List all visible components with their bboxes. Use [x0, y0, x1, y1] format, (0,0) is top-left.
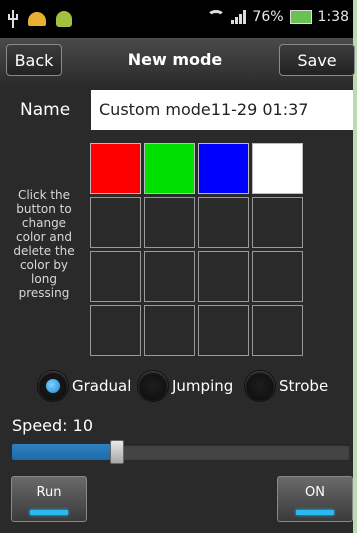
color-hint-text: Click the button to change color and del…: [13, 188, 75, 300]
empty-color-slot[interactable]: [144, 305, 195, 356]
android-icon: [56, 11, 72, 27]
title-bar: Back New mode Save: [0, 38, 355, 84]
radio-label: Gradual: [72, 377, 132, 395]
page-title: New mode: [127, 50, 223, 69]
on-button[interactable]: ON: [277, 476, 353, 522]
mode-radio-group: Gradual Jumping Strobe: [38, 371, 353, 407]
slider-fill: [12, 444, 117, 460]
run-label: Run: [36, 485, 62, 500]
name-input[interactable]: [91, 90, 353, 130]
on-label: ON: [305, 485, 325, 500]
back-button[interactable]: Back: [6, 44, 62, 76]
mode-option-1[interactable]: Jumping: [138, 371, 233, 401]
on-indicator: [296, 510, 334, 515]
wifi-icon: [207, 10, 226, 24]
phone-screen: 76% 1:38 Back New mode Save Name Click t…: [0, 0, 355, 533]
radio-button[interactable]: [138, 371, 168, 401]
color-swatch[interactable]: [144, 143, 195, 194]
radio-label: Jumping: [172, 377, 234, 395]
empty-color-slot[interactable]: [90, 197, 141, 248]
empty-color-slot[interactable]: [252, 197, 303, 248]
radio-button[interactable]: [38, 371, 68, 401]
run-button[interactable]: Run: [11, 476, 87, 522]
color-swatch[interactable]: [198, 143, 249, 194]
speed-slider[interactable]: [12, 440, 350, 464]
slider-thumb[interactable]: [109, 440, 124, 464]
color-grid: [90, 143, 304, 357]
color-swatch[interactable]: [252, 143, 303, 194]
empty-color-slot[interactable]: [144, 251, 195, 302]
run-indicator: [30, 510, 68, 515]
usb-icon: [8, 10, 18, 28]
empty-color-slot[interactable]: [198, 197, 249, 248]
battery-percent: 76%: [252, 9, 284, 25]
empty-color-slot[interactable]: [144, 197, 195, 248]
signal-icon: [231, 10, 247, 24]
mode-option-2[interactable]: Strobe: [245, 371, 328, 401]
empty-color-slot[interactable]: [90, 305, 141, 356]
empty-color-slot[interactable]: [198, 251, 249, 302]
empty-color-slot[interactable]: [252, 251, 303, 302]
empty-color-slot[interactable]: [252, 305, 303, 356]
clock: 1:38: [317, 9, 349, 25]
name-label: Name: [20, 100, 71, 120]
notification-hat-icon: [28, 12, 46, 26]
battery-icon: [289, 10, 312, 24]
radio-button[interactable]: [245, 371, 275, 401]
color-swatch[interactable]: [90, 143, 141, 194]
speed-label: Speed: 10: [12, 416, 93, 435]
save-button[interactable]: Save: [279, 44, 355, 76]
mode-option-0[interactable]: Gradual: [38, 371, 131, 401]
status-bar: 76% 1:38: [0, 0, 353, 38]
radio-label: Strobe: [279, 377, 329, 395]
empty-color-slot[interactable]: [90, 251, 141, 302]
empty-color-slot[interactable]: [198, 305, 249, 356]
